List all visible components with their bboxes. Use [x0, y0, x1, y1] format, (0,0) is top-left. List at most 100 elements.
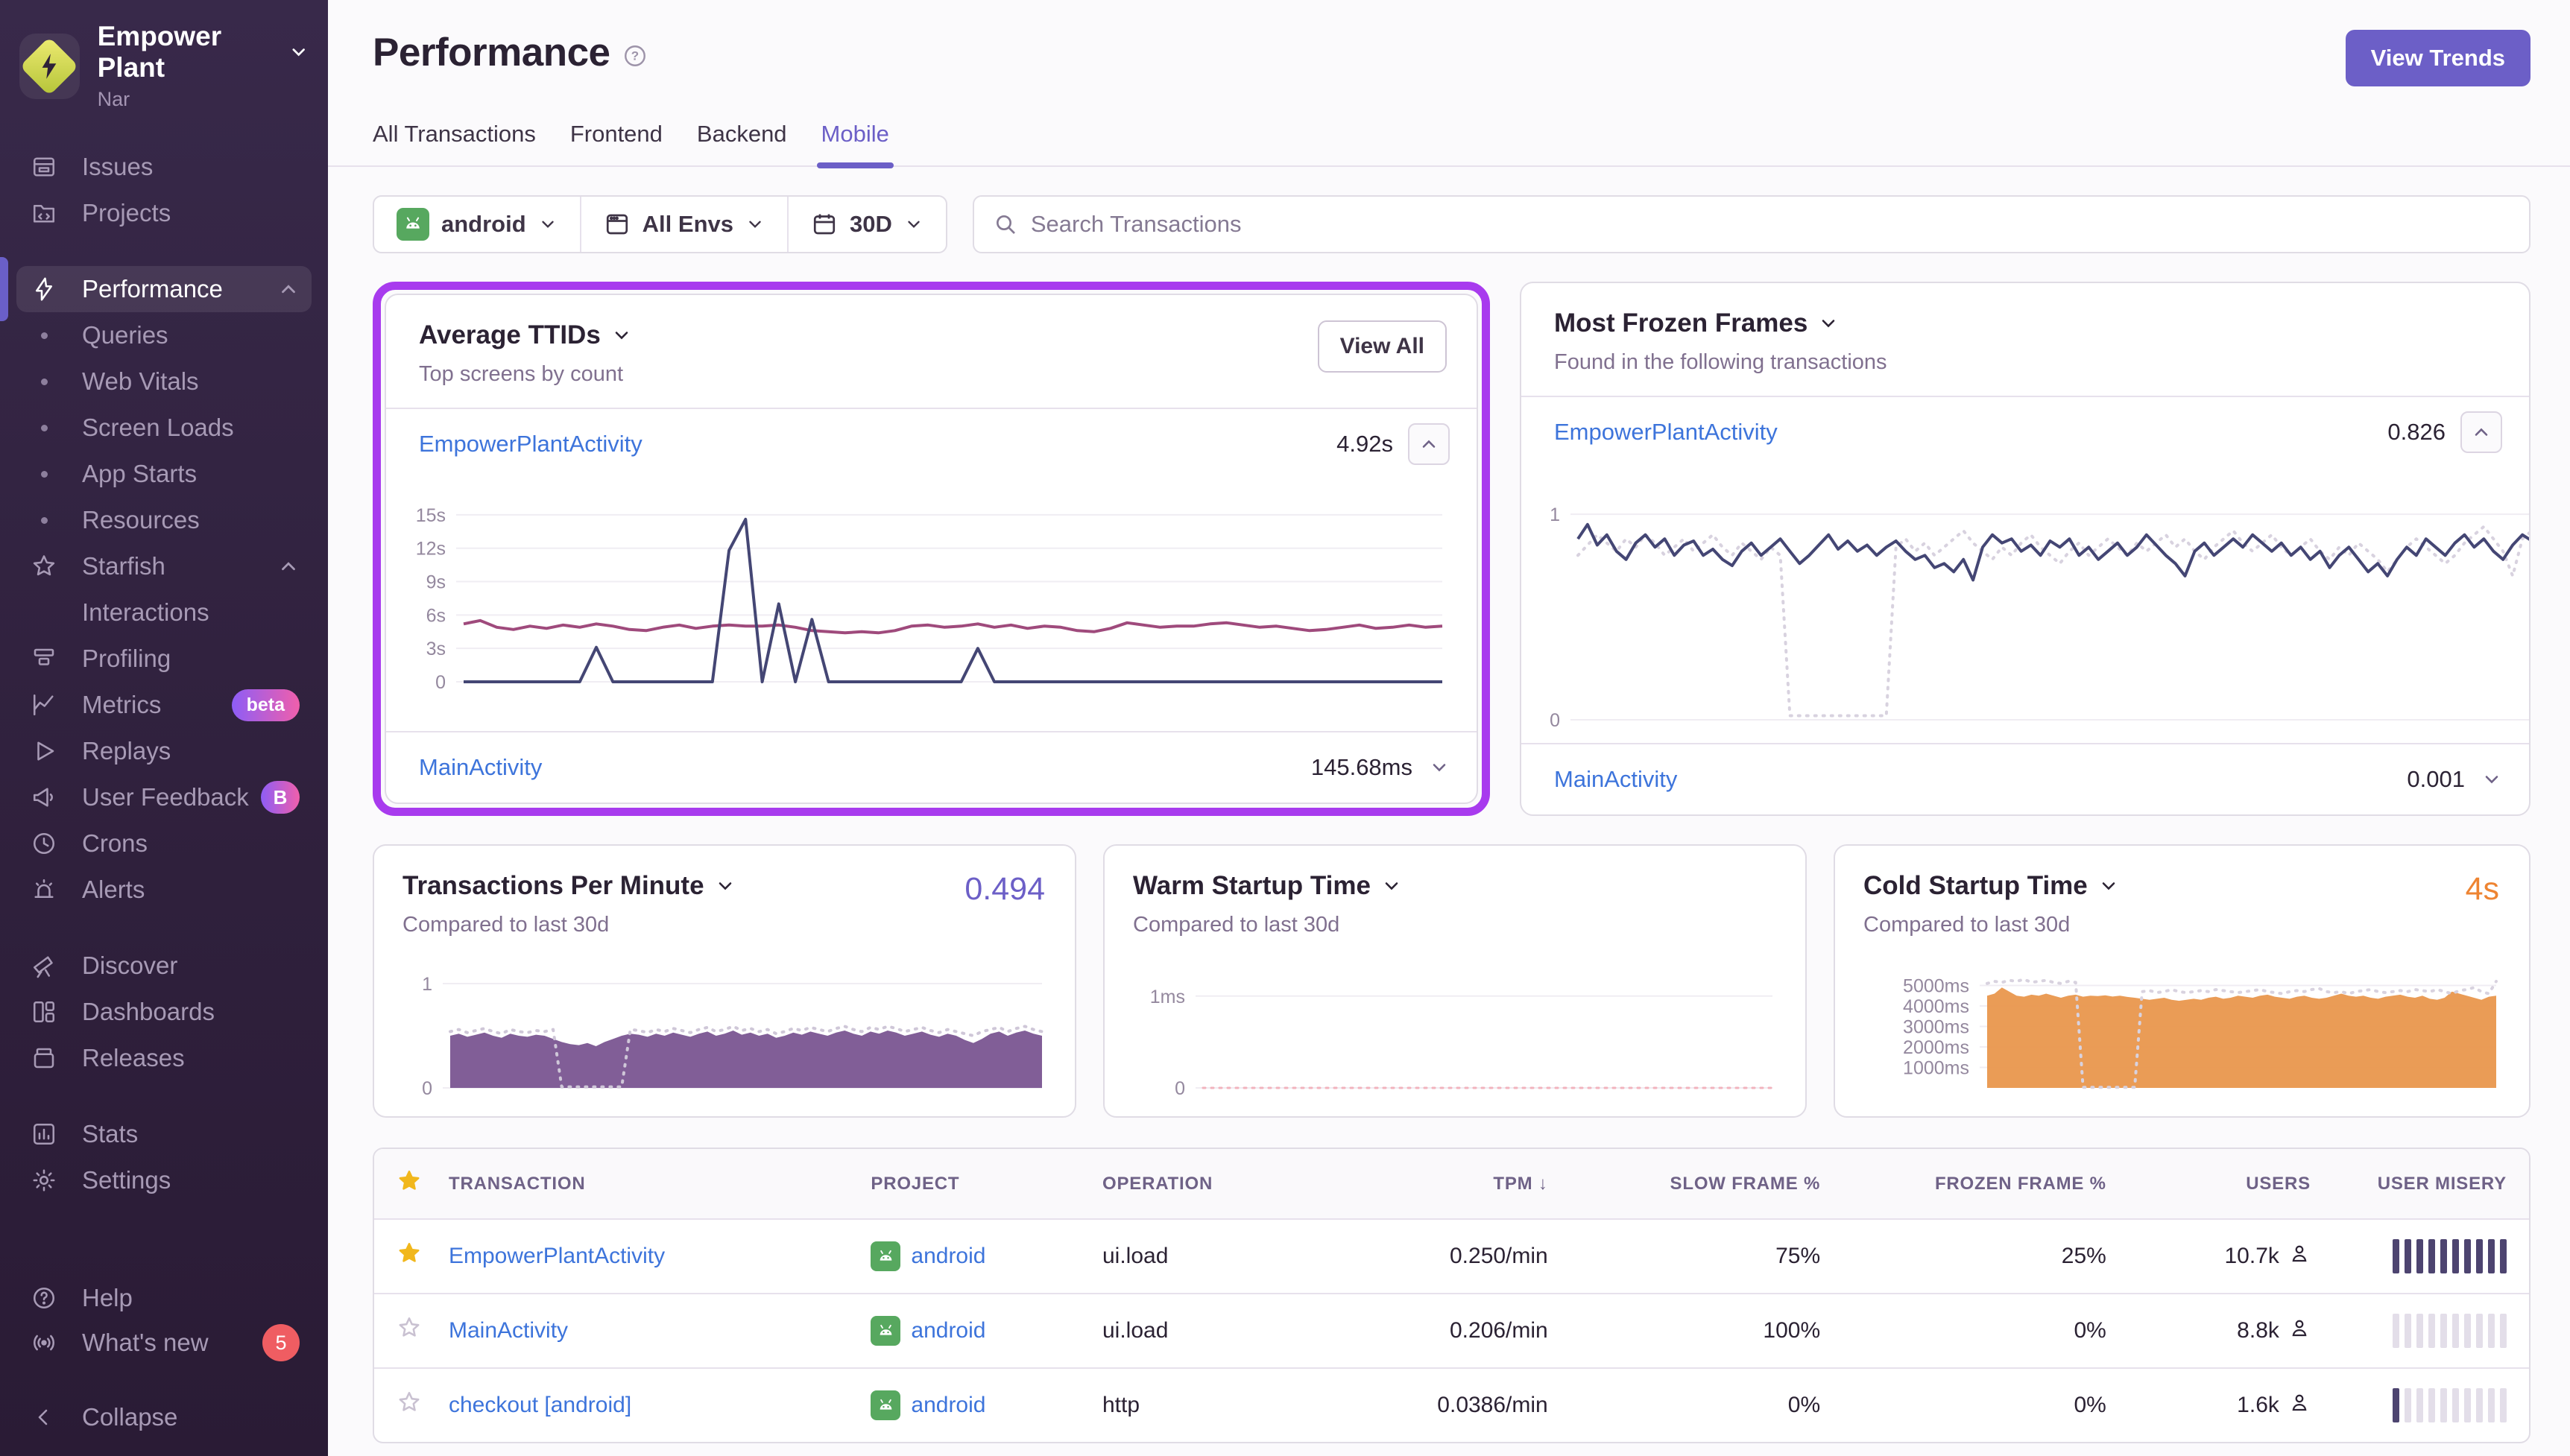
sidebar-item-web-vitals[interactable]: Web Vitals [16, 358, 312, 405]
tpm-cell: 0.206/min [1449, 1318, 1548, 1343]
project-filter[interactable]: android [374, 197, 580, 252]
chevron-down-icon [292, 48, 305, 57]
sidebar-item-issues[interactable]: Issues [16, 144, 312, 190]
cold-startup-chart[interactable]: 5000ms 4000ms 3000ms 2000ms 1000ms [1863, 963, 2501, 1097]
frozen-frames-chart[interactable]: 10 [1521, 467, 2529, 743]
column-header-tpm[interactable]: TPM ↓ [1339, 1154, 1570, 1214]
collapse-toggle-button[interactable] [1408, 423, 1450, 465]
view-trends-button[interactable]: View Trends [2345, 30, 2530, 86]
collapse-toggle-button[interactable] [2460, 411, 2502, 453]
chevron-down-icon [615, 332, 628, 340]
column-header-operation[interactable]: Operation [1080, 1154, 1339, 1214]
transaction-link[interactable]: checkout [android] [449, 1393, 631, 1417]
settings-icon [27, 1167, 61, 1194]
avg-ttids-title-dropdown[interactable]: Average TTIDs [419, 320, 632, 350]
svg-text:1ms: 1ms [1150, 987, 1185, 1007]
environment-filter[interactable]: All Envs [579, 197, 787, 252]
tab-mobile[interactable]: Mobile [816, 121, 894, 168]
sidebar-item-label: Collapse [82, 1403, 178, 1431]
avg-ttids-chart[interactable]: 15s 12s 9s 6s 3s 0 [386, 479, 1477, 731]
transaction-link[interactable]: MainActivity [419, 754, 542, 781]
transaction-link[interactable]: EmpowerPlantActivity [449, 1244, 665, 1268]
search-input[interactable] [1030, 211, 2510, 238]
sidebar-item-label: Interactions [82, 598, 209, 626]
sidebar-item-app-starts[interactable]: App Starts [16, 451, 312, 497]
svg-text:?: ? [631, 49, 638, 63]
sidebar-item-projects[interactable]: Projects [16, 190, 312, 236]
table-row: EmpowerPlantActivity android ui.load 0.250/… [374, 1220, 2529, 1293]
sidebar-item-releases[interactable]: Releases [16, 1035, 312, 1081]
sidebar-item-stats[interactable]: Stats [16, 1111, 312, 1157]
svg-text:6s: 6s [426, 605, 446, 626]
transaction-link[interactable]: EmpowerPlantActivity [419, 431, 642, 458]
column-header-frozen-frame[interactable]: Frozen Frame % [1843, 1154, 2129, 1214]
stats-icon [27, 1121, 61, 1148]
star-toggle[interactable] [374, 1370, 426, 1440]
tpm-chart[interactable]: 10 [402, 963, 1046, 1099]
help-circle-icon[interactable]: ? [622, 43, 648, 72]
search-transactions[interactable] [972, 195, 2530, 253]
warm-startup-chart[interactable]: 1ms 0 [1133, 963, 1777, 1099]
column-header-slow-frame[interactable]: Slow Frame % [1570, 1154, 1843, 1214]
tab-frontend[interactable]: Frontend [570, 121, 663, 165]
sidebar-item-interactions[interactable]: Interactions [16, 589, 312, 636]
expand-toggle-button[interactable] [2481, 769, 2502, 790]
sidebar-item-performance[interactable]: Performance [0, 257, 312, 321]
transaction-link[interactable]: MainActivity [449, 1318, 568, 1343]
project-link[interactable]: android [911, 1244, 985, 1269]
date-range-filter-label: 30D [850, 211, 892, 237]
svg-text:5000ms: 5000ms [1903, 976, 1969, 997]
whats-new-icon [27, 1329, 61, 1356]
column-header-users[interactable]: Users [2129, 1154, 2333, 1214]
column-header-user-misery[interactable]: User Misery [2333, 1154, 2529, 1214]
project-link[interactable]: android [911, 1318, 985, 1343]
tab-backend[interactable]: Backend [697, 121, 787, 165]
org-switcher[interactable]: Empower Plant Nar [0, 21, 328, 111]
chevron-down-icon [1822, 320, 1835, 328]
sidebar-item-resources[interactable]: Resources [16, 497, 312, 543]
cold-startup-title-dropdown[interactable]: Cold Startup Time [1863, 871, 2501, 901]
sidebar-item-settings[interactable]: Settings [16, 1157, 312, 1203]
android-icon [397, 208, 429, 241]
star-toggle[interactable] [374, 1221, 426, 1291]
project-link[interactable]: android [911, 1393, 985, 1418]
sidebar-item-what-s-new[interactable]: What's new 5 [16, 1320, 312, 1365]
sidebar-item-queries[interactable]: Queries [16, 312, 312, 358]
tpm-subtitle: Compared to last 30d [402, 913, 610, 937]
avg-ttids-row-collapsed: MainActivity 145.68ms [386, 732, 1477, 803]
view-all-button[interactable]: View All [1317, 320, 1447, 373]
sidebar-item-label: What's new [82, 1329, 209, 1356]
sidebar-item-collapse[interactable]: Collapse [16, 1395, 312, 1440]
table-header: Transaction Project Operation TPM ↓ Slow Fra… [374, 1149, 2529, 1220]
sidebar-item-starfish[interactable]: Starfish [16, 543, 312, 589]
tpm-title-dropdown[interactable]: Transactions Per Minute [402, 871, 1046, 901]
sidebar-item-replays[interactable]: Replays [16, 728, 312, 774]
sidebar-item-dashboards[interactable]: Dashboards [16, 989, 312, 1035]
column-header-transaction[interactable]: Transaction [426, 1154, 848, 1214]
transaction-link[interactable]: EmpowerPlantActivity [1554, 419, 1778, 446]
sidebar-item-profiling[interactable]: Profiling [16, 636, 312, 682]
svg-text:0: 0 [435, 672, 446, 691]
sidebar-item-screen-loads[interactable]: Screen Loads [16, 405, 312, 451]
expand-toggle-button[interactable] [1429, 757, 1450, 778]
transaction-link[interactable]: MainActivity [1554, 766, 1677, 793]
date-range-filter[interactable]: 30D [787, 197, 946, 252]
column-header-star[interactable] [374, 1149, 426, 1218]
dashboards-icon [27, 998, 61, 1025]
sidebar-item-alerts[interactable]: Alerts [16, 867, 312, 913]
sidebar-item-help[interactable]: Help [16, 1276, 312, 1320]
frozen-frames-title-dropdown[interactable]: Most Frozen Frames [1554, 308, 1887, 338]
column-header-project[interactable]: Project [848, 1154, 1080, 1214]
project-cell: android [848, 1297, 1080, 1365]
sidebar-item-metrics[interactable]: Metrics beta [16, 682, 312, 728]
sidebar-item-user-feedback[interactable]: User Feedback B [16, 774, 312, 820]
sidebar-item-crons[interactable]: Crons [16, 820, 312, 867]
project-cell: android [848, 1371, 1080, 1440]
tab-all-transactions[interactable]: All Transactions [373, 121, 536, 165]
metrics-icon [27, 691, 61, 718]
org-name: Empower Plant [97, 21, 222, 83]
star-toggle[interactable] [374, 1296, 426, 1366]
sidebar-item-discover[interactable]: Discover [16, 943, 312, 989]
sidebar-item-label: Issues [82, 153, 154, 180]
warm-startup-title-dropdown[interactable]: Warm Startup Time [1133, 871, 1777, 901]
